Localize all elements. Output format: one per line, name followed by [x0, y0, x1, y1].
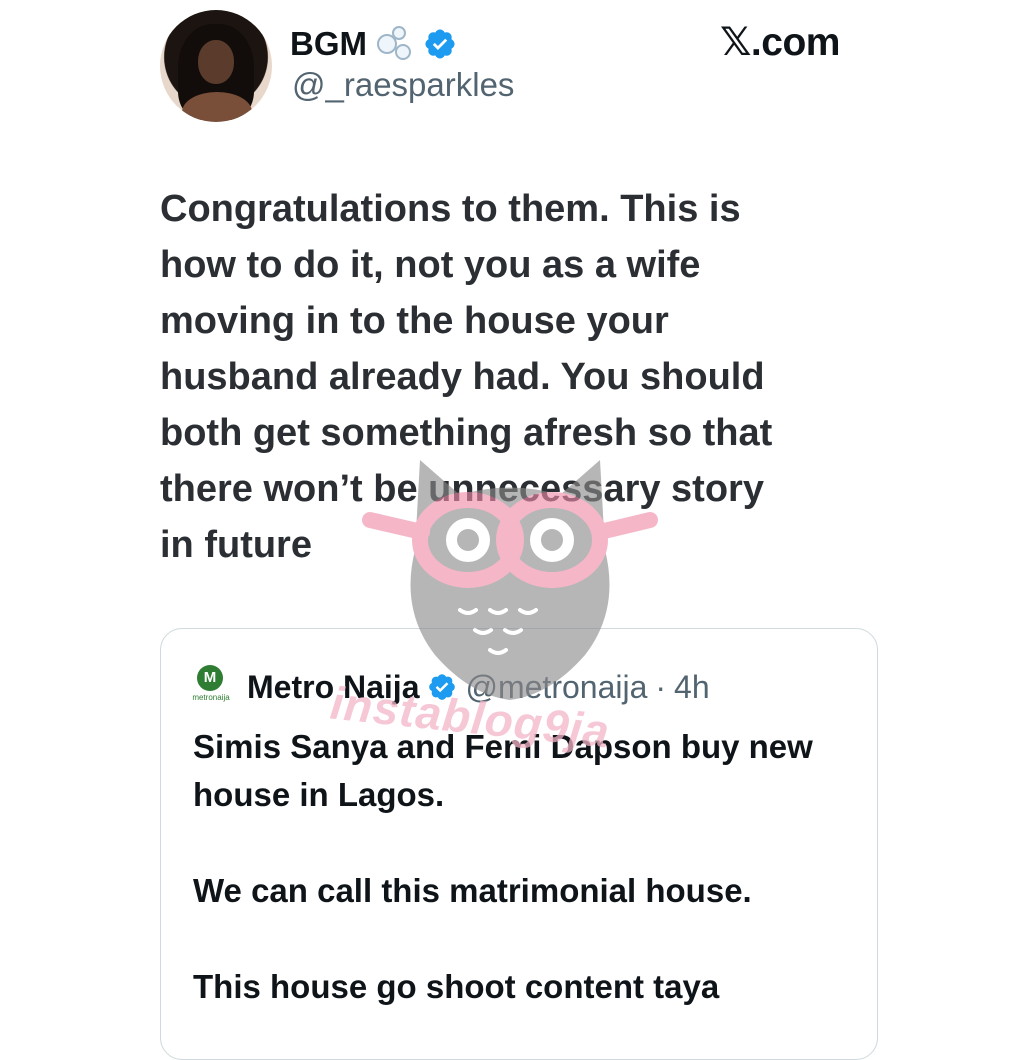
bubbles-icon — [377, 26, 413, 62]
quoted-tweet-text: Simis Sanya and Femi Dapson buy new hous… — [193, 723, 853, 1059]
tweet-text: Congratulations to them. This is how to … — [160, 188, 773, 566]
quoted-author-name[interactable]: Metro Naija — [247, 669, 419, 706]
x-brand-label: 𝕏.com — [720, 21, 840, 64]
author-display-name[interactable]: BGM — [290, 25, 367, 63]
quoted-timestamp[interactable]: 4h — [674, 669, 710, 706]
metronaija-logo-icon: M metronaija — [189, 665, 233, 709]
logo-wordmark: metronaija — [192, 693, 230, 702]
quoted-paragraph: This house go shoot content taya — [193, 968, 720, 1005]
verified-badge-icon — [429, 674, 456, 700]
quoted-author-handle[interactable]: @metronaija — [465, 669, 647, 706]
avatar[interactable] — [160, 10, 272, 122]
author-name-row: BGM — [290, 22, 457, 66]
separator-dot: · — [655, 668, 667, 705]
quoted-tweet-header: M metronaija Metro Naija @metronaija · 4… — [189, 665, 710, 709]
author-handle[interactable]: @_raesparkles — [292, 66, 514, 104]
quoted-paragraph: Simis Sanya and Femi Dapson buy new hous… — [193, 728, 813, 813]
verified-badge-icon — [425, 29, 455, 59]
quoted-tweet-card[interactable]: M metronaija Metro Naija @metronaija · 4… — [160, 628, 878, 1060]
logo-letter: M — [197, 665, 223, 691]
quoted-paragraph: We can call this matrimonial house. — [193, 872, 752, 909]
